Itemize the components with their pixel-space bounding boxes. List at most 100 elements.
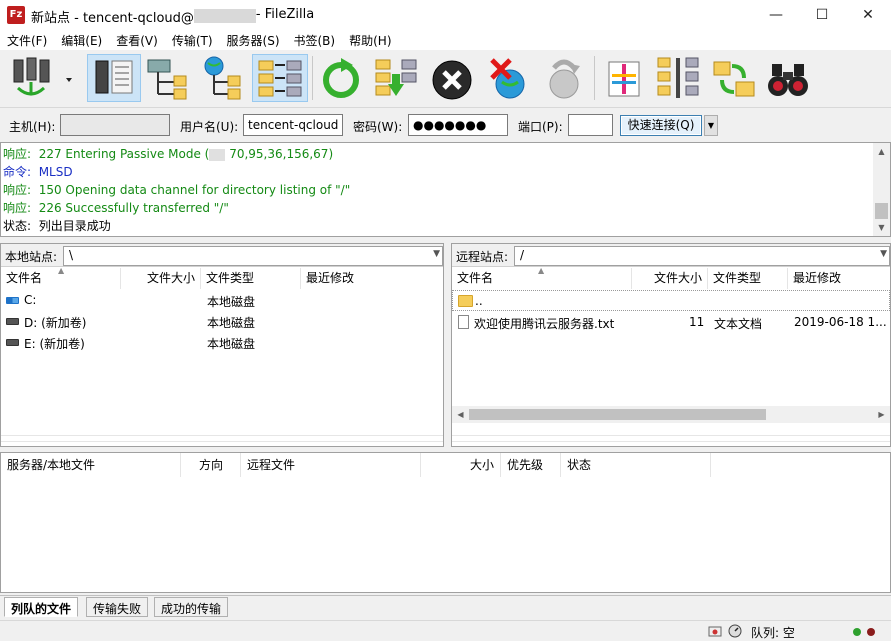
minimize-button[interactable]: — <box>753 0 799 30</box>
file-type: 本地磁盘 <box>207 316 256 330</box>
toggle-remote-tree-button[interactable] <box>198 54 246 102</box>
local-col-modified[interactable]: 最近修改 <box>301 268 443 289</box>
local-path-combo[interactable]: \ ▼ <box>63 246 443 266</box>
cancel-icon <box>432 60 472 100</box>
quickconnect-history-dropdown[interactable]: ▼ <box>704 115 718 136</box>
local-col-size[interactable]: 文件大小 <box>121 268 201 289</box>
queue-col-size[interactable]: 大小 <box>421 453 501 477</box>
log-text: 150 Opening data channel for directory l… <box>38 183 351 197</box>
username-input[interactable] <box>243 114 343 136</box>
menu-bookmarks[interactable]: 书签(B) <box>287 30 343 50</box>
log-line: 状态: 列出目录成功 <box>3 217 111 235</box>
scroll-up-icon[interactable]: ▲ <box>873 143 890 160</box>
scroll-down-icon[interactable]: ▼ <box>873 219 890 236</box>
remote-col-modified[interactable]: 最近修改 <box>788 268 890 289</box>
toggle-local-tree-button[interactable] <box>144 54 192 102</box>
tab-queued-files[interactable]: 列队的文件 <box>4 597 79 617</box>
toggle-transfer-queue-button[interactable] <box>252 54 308 102</box>
queue-col-local-file[interactable]: 服务器/本地文件 <box>1 453 181 477</box>
quickconnect-bar: 主机(H): 用户名(U): 密码(W): 端口(P): 快速连接(Q) ▼ <box>0 109 891 142</box>
remote-tree-icon <box>204 56 241 100</box>
log-vertical-scrollbar[interactable]: ▲ ▼ <box>873 143 890 236</box>
close-button[interactable]: ✕ <box>845 0 891 30</box>
upload-led-icon <box>853 628 861 636</box>
chevron-down-icon: ▼ <box>880 249 887 259</box>
menu-bar: 文件(F) 编辑(E) 查看(V) 传输(T) 服务器(S) 书签(B) 帮助(… <box>0 30 891 50</box>
file-type: 文本文档 <box>714 317 763 331</box>
local-tree-icon <box>147 59 187 100</box>
menu-file[interactable]: 文件(F) <box>0 30 54 50</box>
toolbar-separator <box>312 56 313 100</box>
sort-ascending-icon: ▲ <box>58 266 65 275</box>
local-col-type[interactable]: 文件类型 <box>201 268 301 289</box>
menu-edit[interactable]: 编辑(E) <box>54 30 109 50</box>
remote-col-type[interactable]: 文件类型 <box>708 268 788 289</box>
file-name: D: (新加卷) <box>24 316 87 330</box>
log-kind: 响应: <box>3 183 32 197</box>
server-status-icon <box>708 626 722 637</box>
menu-server[interactable]: 服务器(S) <box>220 30 287 50</box>
queue-col-priority[interactable]: 优先级 <box>501 453 561 477</box>
host-input[interactable] <box>60 114 170 136</box>
log-line: 命令: MLSD <box>3 163 73 181</box>
menu-help[interactable]: 帮助(H) <box>342 30 398 50</box>
tab-failed-transfers[interactable]: 传输失败 <box>86 597 149 617</box>
remote-scroll-thumb[interactable] <box>469 409 766 420</box>
log-text: 226 Successfully transferred "/" <box>38 201 229 215</box>
sync-browsing-icon <box>657 57 699 98</box>
directory-listing-filters-button[interactable] <box>600 54 648 102</box>
directory-comparison-button[interactable] <box>710 54 758 102</box>
remote-horizontal-scrollbar[interactable]: ◀ ▶ <box>452 406 890 423</box>
table-row[interactable]: E: (新加卷) 本地磁盘 <box>1 332 443 353</box>
log-scroll-thumb[interactable] <box>875 203 888 219</box>
status-bar: 队列: 空 <box>0 620 891 641</box>
menu-view[interactable]: 查看(V) <box>109 30 165 50</box>
process-queue-button[interactable] <box>372 54 420 102</box>
scroll-right-icon[interactable]: ▶ <box>873 406 890 423</box>
site-manager-button[interactable] <box>6 54 76 102</box>
tab-successful-transfers[interactable]: 成功的传输 <box>154 597 229 617</box>
file-type: 本地磁盘 <box>207 337 256 351</box>
remote-path-value: / <box>520 248 525 262</box>
log-text: 70,95,36,156,67) <box>229 147 334 161</box>
drive-icon <box>6 335 23 349</box>
table-row[interactable]: D: (新加卷) 本地磁盘 <box>1 311 443 332</box>
pane-splitter[interactable] <box>444 243 451 447</box>
table-row[interactable]: 欢迎使用腾讯云服务器.txt 11 文本文档 2019-06-18 1... <box>452 312 890 333</box>
toggle-synchronized-browsing-button[interactable] <box>654 54 702 102</box>
port-input[interactable] <box>568 114 613 136</box>
redacted-ip-mask <box>209 148 226 161</box>
log-text: MLSD <box>38 165 73 179</box>
disconnect-button[interactable] <box>484 54 532 102</box>
log-text: 227 Entering Passive Mode ( <box>38 147 210 161</box>
remote-pane-footer <box>452 430 890 446</box>
table-row[interactable]: .. <box>452 290 890 311</box>
scroll-left-icon[interactable]: ◀ <box>452 406 469 423</box>
password-label: 密码(W): <box>353 120 403 134</box>
remote-col-size[interactable]: 文件大小 <box>632 268 708 289</box>
remote-path-combo[interactable]: / ▼ <box>514 246 890 266</box>
remote-site-label: 远程站点: <box>456 250 509 264</box>
reconnect-button[interactable] <box>540 54 588 102</box>
local-pane: 本地站点: \ ▼ 文件名 ▲ 文件大小 文件类型 最近修改 C: 本地磁盘 D… <box>0 243 444 447</box>
queue-col-status[interactable]: 状态 <box>561 453 711 477</box>
cancel-operation-button[interactable] <box>428 54 476 102</box>
menu-transfer[interactable]: 传输(T) <box>165 30 220 50</box>
filezilla-app-icon: Fz <box>7 6 25 24</box>
local-site-label: 本地站点: <box>5 250 58 264</box>
window-title-prefix: 新站点 - tencent-qcloud@ <box>31 11 194 26</box>
search-remote-files-button[interactable] <box>764 54 812 102</box>
table-row[interactable]: C: 本地磁盘 <box>1 290 443 311</box>
queue-col-direction[interactable]: 方向 <box>181 453 241 477</box>
quickconnect-button[interactable]: 快速连接(Q) <box>620 115 702 136</box>
drive-icon <box>6 314 23 328</box>
refresh-button[interactable] <box>317 54 365 102</box>
maximize-button[interactable]: ☐ <box>799 0 845 30</box>
local-site-bar: 本地站点: \ ▼ <box>1 244 443 267</box>
password-input[interactable] <box>408 114 508 136</box>
redacted-host-mask <box>193 9 256 23</box>
process-queue-icon <box>375 59 417 96</box>
reconnect-icon <box>549 59 580 99</box>
toggle-message-log-button[interactable] <box>87 54 141 102</box>
queue-col-remote-file[interactable]: 远程文件 <box>241 453 421 477</box>
